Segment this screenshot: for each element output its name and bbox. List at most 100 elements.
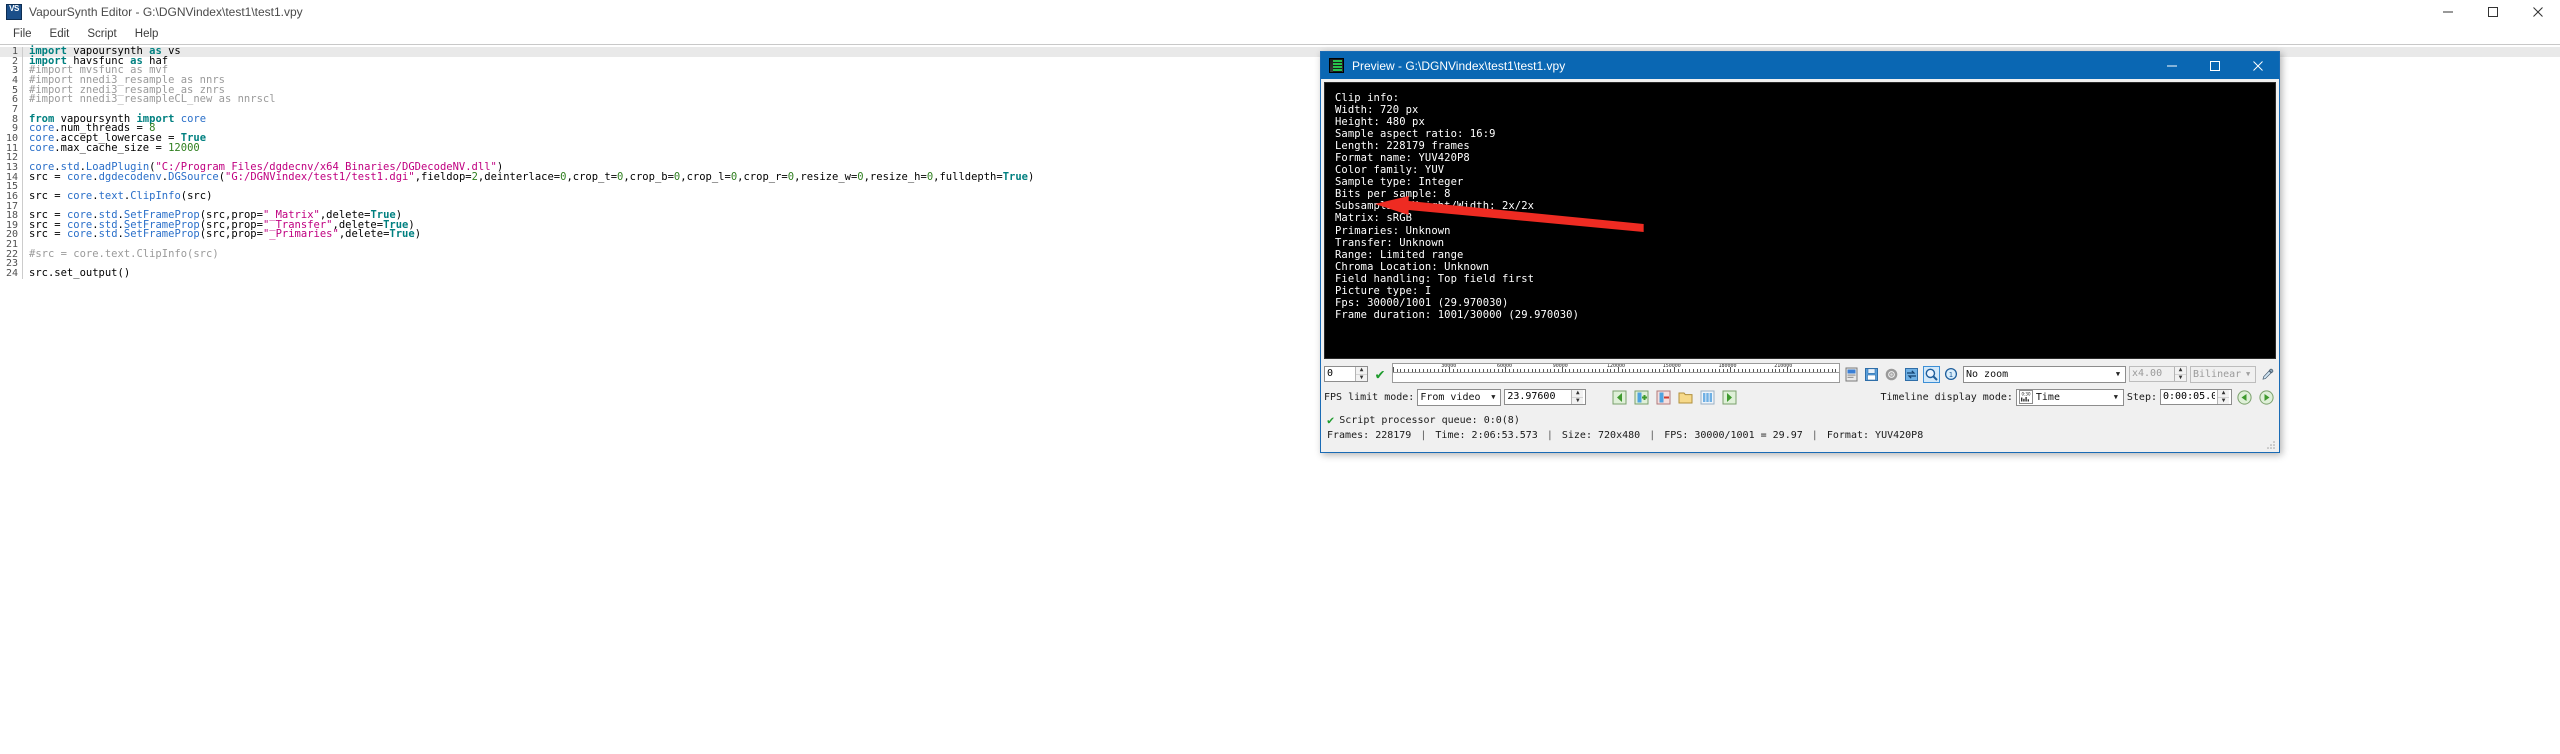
timeline-tick [1689,369,1691,372]
save-snapshot-icon[interactable] [1863,366,1880,383]
menu-item-script[interactable]: Script [78,26,125,42]
code-text[interactable]: core.max_cache_size = 12000 [23,142,200,154]
timeline-tick [1839,369,1840,372]
preview-title: Preview - G:\DGNVindex\test1\test1.vpy [1352,58,1566,73]
preview-title-bar[interactable]: Preview - G:\DGNVindex\test1\test1.vpy [1321,52,2279,79]
zoom-mode-select[interactable]: No zoom ▼ [1963,365,2126,383]
resize-grip-icon[interactable] [2266,440,2276,450]
timeline-tick [1426,369,1428,372]
zoom-mode-icon[interactable]: 1 [1943,366,1960,383]
fps-limit-mode-select[interactable]: From video ▼ [1417,388,1502,406]
preview-maximize-icon[interactable] [2193,52,2236,79]
timeline-tick [1775,369,1777,372]
menu-item-help[interactable]: Help [126,26,168,42]
timeline-tick [1396,369,1398,372]
timeline-tick [1411,369,1413,372]
timeline-tick-label: 90000 [1552,363,1568,369]
next-bookmark-icon[interactable] [1720,388,1739,407]
timeline-tick [1550,369,1552,372]
timeline-tick [1546,369,1548,372]
timeline-tick [1475,369,1477,372]
frame-number-spin-arrows[interactable]: ▲ ▼ [1355,367,1367,381]
close-icon[interactable] [2515,0,2560,23]
timeline-tick [1591,369,1593,372]
zoom-factor-stepper[interactable]: x4.00 ▲ ▼ [2129,366,2187,382]
green-check-icon[interactable]: ✔ [1371,365,1389,383]
video-preview-area[interactable]: Clip info: Width: 720 px Height: 480 px … [1324,82,2276,359]
status-separator: | [1811,430,1818,441]
script-processor-queue-text: Script processor queue: 0:0(8) [1339,414,1520,426]
line-number: 5 [11,84,18,96]
timeline[interactable]: 30000 60000 90000 120000 150000 180000 210000 [1392,363,1840,385]
resize-filter-value: Bilinear [2193,368,2242,380]
timeline-tick [1554,369,1556,372]
menu-item-file[interactable]: File [4,26,41,42]
switch-icon[interactable] [1903,366,1920,383]
timeline-tick [1685,369,1687,372]
jump-forward-icon[interactable] [2257,388,2276,407]
jump-back-icon[interactable] [2235,388,2254,407]
timeline-display-mode-select[interactable]: 0:30 Time ▼ [2015,388,2124,406]
load-bookmarks-icon[interactable] [1676,388,1695,407]
prev-bookmark-icon[interactable] [1610,388,1629,407]
frame-number-input[interactable] [1325,367,1355,381]
code-text[interactable]: #src = core.text.ClipInfo(src) [23,249,219,260]
timeline-tick [1756,369,1758,372]
settings-gear-icon[interactable] [1883,366,1900,383]
timeline-tick [1752,369,1754,372]
color-pipette-icon[interactable] [2259,366,2276,383]
editor-title-bar[interactable]: VapourSynth Editor - G:\DGNVindex\test1\… [0,0,2560,24]
preview-close-icon[interactable] [2236,52,2279,79]
timeline-tick [1809,369,1811,372]
timeline-tick [1831,369,1833,372]
timeline-tick [1726,369,1728,372]
resize-filter-select[interactable]: Bilinear ▼ [2190,365,2256,383]
zoom-magnifier-icon[interactable] [1923,365,1940,383]
zoom-factor-spin-arrows[interactable]: ▲ ▼ [2174,367,2186,381]
timeline-tick [1393,367,1394,372]
code-text[interactable]: #import nnedi3_resampleCL_new as nnrscl [23,94,276,105]
step-value-stepper[interactable]: ▲▼ [2160,389,2232,405]
timeline-tick [1805,369,1807,372]
timeline-tick [1610,369,1612,372]
bookmark-list-icon[interactable] [1698,388,1717,407]
maximize-icon[interactable] [2470,0,2515,23]
timeline-tick [1606,369,1608,372]
timeline-tick [1644,369,1646,372]
video-status-row: Frames: 228179 | Time: 2:06:53.573 | Siz… [1327,430,2273,441]
fps-value-input[interactable] [1505,390,1572,404]
fps-value-stepper[interactable]: ▲▼ [1504,389,1587,405]
gutter-divider [22,182,23,192]
timeline-tick [1659,369,1661,372]
remove-bookmark-icon[interactable] [1654,388,1673,407]
code-text[interactable]: src.set_output() [23,268,130,279]
code-text[interactable]: src = core.text.ClipInfo(src) [23,191,212,202]
timeline-tick [1704,369,1706,372]
menu-item-edit[interactable]: Edit [41,26,79,42]
timeline-tick [1722,369,1724,372]
code-text[interactable]: src = core.std.SetFrameProp(src,prop="_P… [23,229,421,240]
timeline-tick [1569,369,1571,372]
timeline-tick [1527,369,1529,372]
minimize-icon[interactable] [2425,0,2470,23]
timeline-ruler[interactable]: 30000 60000 90000 120000 150000 180000 210000 [1392,363,1840,372]
timeline-tick [1625,369,1627,372]
step-value-input[interactable] [2161,390,2217,404]
timeline-tick [1415,369,1417,372]
fps-limit-mode-value: From video [1420,391,1481,403]
preview-minimize-icon[interactable] [2150,52,2193,79]
status-separator: | [1546,430,1553,441]
timeline-tick [1419,369,1421,372]
time-label: Time: [1435,430,1466,441]
code-text[interactable]: src = core.dgdecodenv.DGSource("G:/DGNVi… [23,171,1034,183]
frame-number-stepper[interactable]: ▲▼ [1324,366,1368,382]
color-picker-icon[interactable] [1843,366,1860,383]
timeline-track[interactable] [1392,372,1840,383]
timeline-tick [1542,369,1544,372]
preview-window: Preview - G:\DGNVindex\test1\test1.vpy C… [1320,51,2280,453]
timeline-tick-label: 120000 [1606,363,1626,369]
add-bookmark-icon[interactable] [1632,388,1651,407]
fps-value-spin-arrows[interactable]: ▲ ▼ [1571,390,1584,404]
fps-value: 30000/1001 = 29.97 [1694,430,1803,441]
step-value-spin-arrows[interactable]: ▲ ▼ [2217,390,2229,404]
